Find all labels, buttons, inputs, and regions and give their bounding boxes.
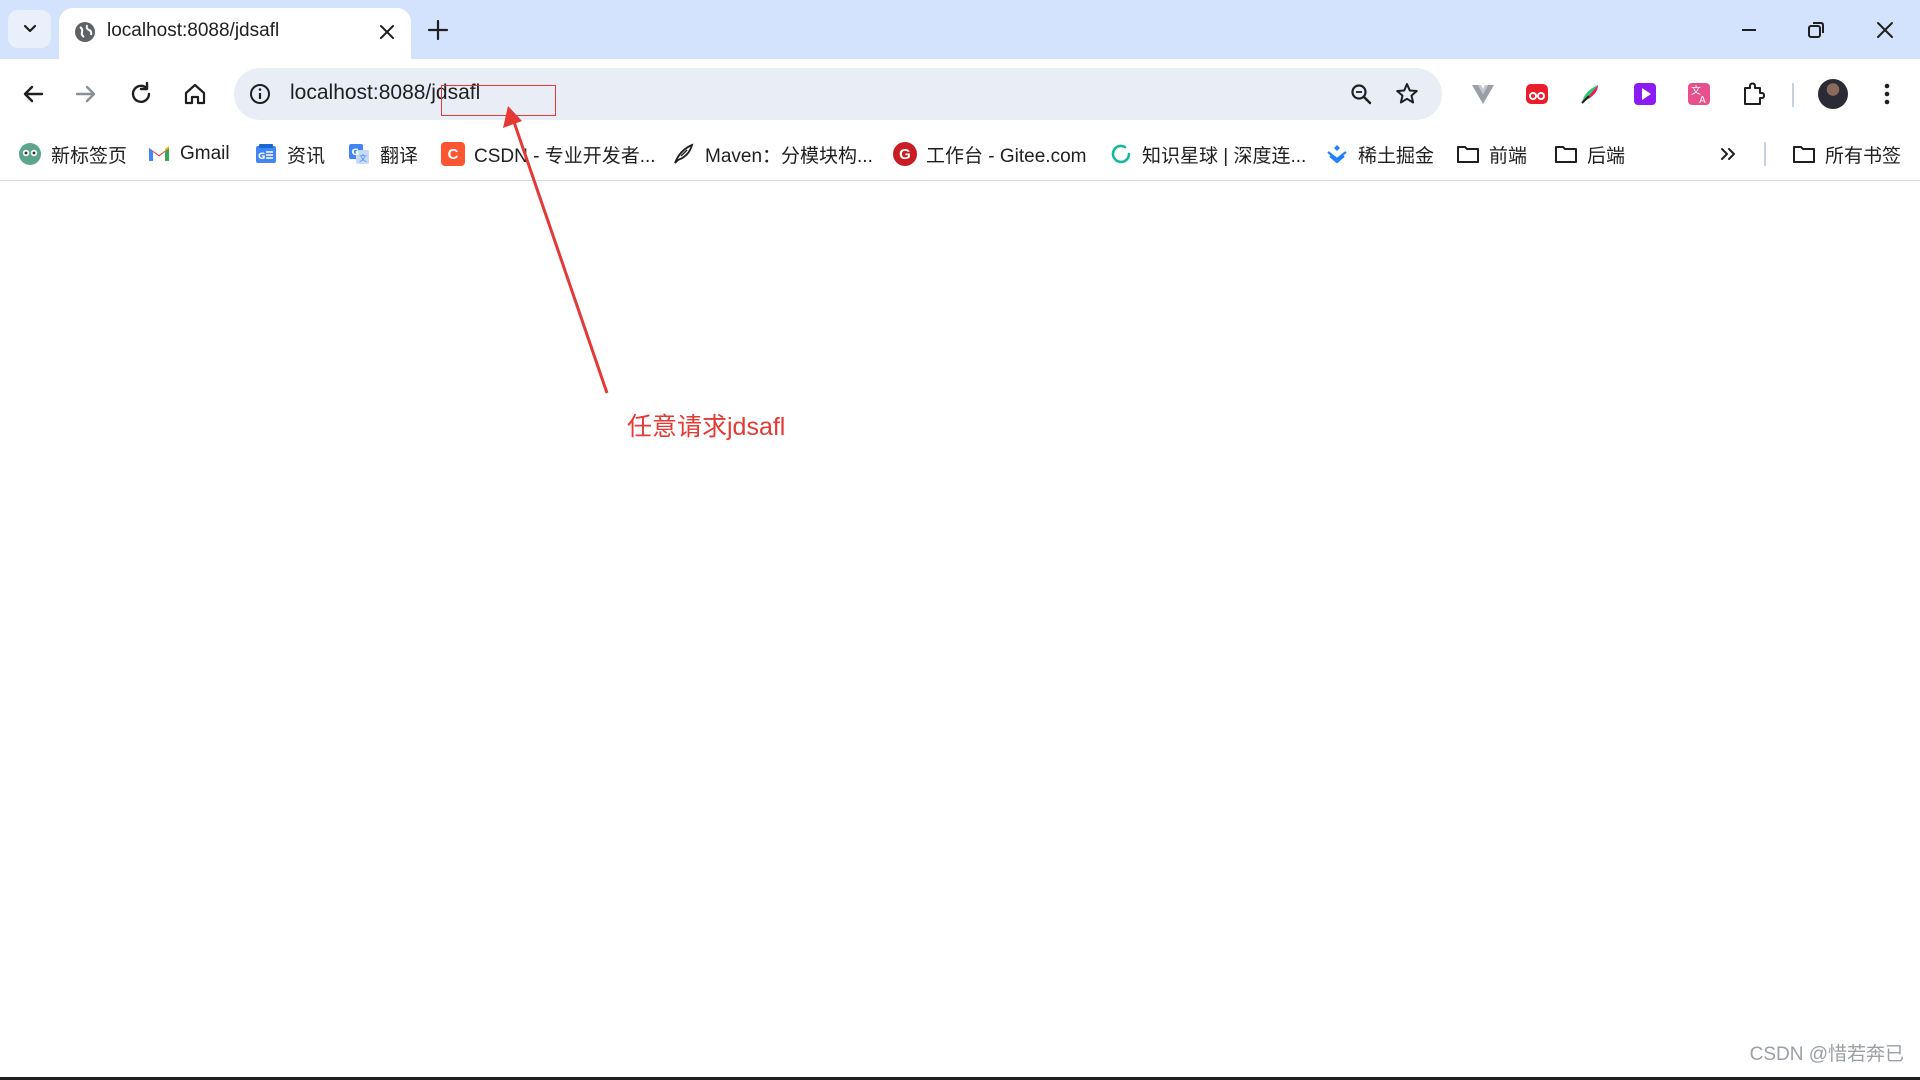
browser-toolbar: localhost:8088/jdsafl 文A [0, 59, 1920, 129]
forward-arrow-icon[interactable] [71, 79, 101, 109]
bookmark-label: CSDN - 专业开发者... [474, 145, 656, 167]
bookmark-label: 新标签页 [51, 145, 128, 167]
bookmark-csdn[interactable]: C CSDN - 专业开发者... [441, 139, 656, 169]
bookmarks-separator [1764, 142, 1766, 166]
puzzle-extensions-icon[interactable] [1740, 81, 1766, 107]
zoom-magnifier-icon[interactable] [1348, 81, 1374, 107]
address-bar[interactable]: localhost:8088/jdsafl [234, 68, 1442, 120]
toolbar-separator [1792, 83, 1794, 107]
bookmark-news[interactable]: G 资讯 [254, 139, 325, 169]
url-highlight-box [441, 85, 556, 116]
bookmark-label: 前端 [1489, 145, 1528, 167]
close-window-icon[interactable] [1870, 15, 1900, 45]
colorful-leaf-extension-icon[interactable] [1578, 81, 1604, 107]
purple-play-extension-icon[interactable] [1632, 81, 1658, 107]
bookmark-zsxq[interactable]: 知识星球 | 深度连... [1109, 139, 1306, 169]
svg-text:G: G [258, 152, 265, 162]
tab-search-button[interactable] [8, 10, 51, 48]
tab-title: localhost:8088/jdsafl [107, 20, 280, 41]
bookmark-folder-backend[interactable]: 后端 [1554, 139, 1625, 169]
svg-text:G: G [352, 148, 359, 158]
folder-icon [1793, 146, 1815, 163]
news-icon: G [256, 144, 276, 163]
red-extension-icon[interactable] [1524, 81, 1550, 107]
bookmark-gmail[interactable]: Gmail [147, 139, 230, 169]
bookmark-label: 资讯 [287, 145, 326, 167]
home-icon[interactable] [180, 79, 210, 109]
more-menu-icon[interactable] [1874, 81, 1900, 107]
bookmark-maven[interactable]: Maven：分模块构... [672, 139, 873, 169]
bookmark-translate[interactable]: G文 翻译 [347, 139, 418, 169]
bookmark-label: 知识星球 | 深度连... [1142, 145, 1307, 167]
csdn-icon: C [441, 142, 465, 166]
google-translate-icon: G文 [349, 144, 369, 164]
svg-text:A: A [1699, 95, 1706, 106]
restore-icon[interactable] [1801, 15, 1831, 45]
translate-extension-icon[interactable]: 文A [1686, 81, 1712, 107]
bookmark-all-bookmarks[interactable]: 所有书签 [1792, 139, 1901, 169]
juejin-icon [1327, 145, 1347, 164]
gitee-icon: G [893, 142, 917, 166]
bookmark-label: 稀土掘金 [1358, 145, 1435, 167]
bookmarks-overflow-button[interactable] [1716, 139, 1749, 169]
zsxq-icon [1111, 144, 1131, 164]
tab-strip: localhost:8088/jdsafl [0, 0, 1920, 59]
page-content [0, 181, 1920, 1078]
maven-feather-icon [674, 143, 694, 164]
bookmarks-bar: 新标签页 Gmail G 资讯 G文 翻译 C CSDN - 专业开发者... … [0, 129, 1920, 181]
gmail-icon [149, 146, 169, 161]
back-arrow-icon[interactable] [18, 79, 48, 109]
site-info-icon[interactable] [248, 82, 272, 106]
csdn-watermark: CSDN @惜若奔已 [1749, 1044, 1904, 1065]
vue-devtools-extension-icon[interactable] [1470, 81, 1496, 107]
bookmark-label: Gmail [180, 143, 230, 164]
folder-icon [1555, 146, 1577, 163]
close-tab-icon[interactable] [375, 20, 399, 44]
globe-icon [75, 22, 95, 42]
bookmark-new-tab-page[interactable]: 新标签页 [18, 139, 127, 169]
bookmark-juejin[interactable]: 稀土掘金 [1325, 139, 1434, 169]
bookmark-label: Maven：分模块构... [705, 145, 873, 167]
bookmark-label: 所有书签 [1825, 145, 1902, 167]
chevron-down-icon [23, 24, 36, 33]
profile-avatar[interactable] [1818, 79, 1848, 109]
annotation-label: 任意请求jdsafl [627, 413, 786, 441]
double-chevron-right-icon [1721, 148, 1735, 160]
active-tab[interactable]: localhost:8088/jdsafl [59, 8, 411, 59]
minimize-icon[interactable] [1734, 15, 1764, 45]
folder-icon [1457, 146, 1479, 163]
bookmark-label: 翻译 [380, 145, 419, 167]
bookmark-folder-frontend[interactable]: 前端 [1456, 139, 1527, 169]
bookmark-label: 后端 [1587, 145, 1626, 167]
reload-icon[interactable] [126, 79, 156, 109]
svg-text:文: 文 [359, 153, 367, 163]
new-tab-page-icon [19, 143, 41, 165]
bookmark-gitee[interactable]: G 工作台 - Gitee.com [893, 139, 1086, 169]
bookmark-star-icon[interactable] [1394, 81, 1420, 107]
bookmark-label: 工作台 - Gitee.com [926, 145, 1087, 167]
new-tab-plus-icon[interactable] [424, 16, 452, 44]
